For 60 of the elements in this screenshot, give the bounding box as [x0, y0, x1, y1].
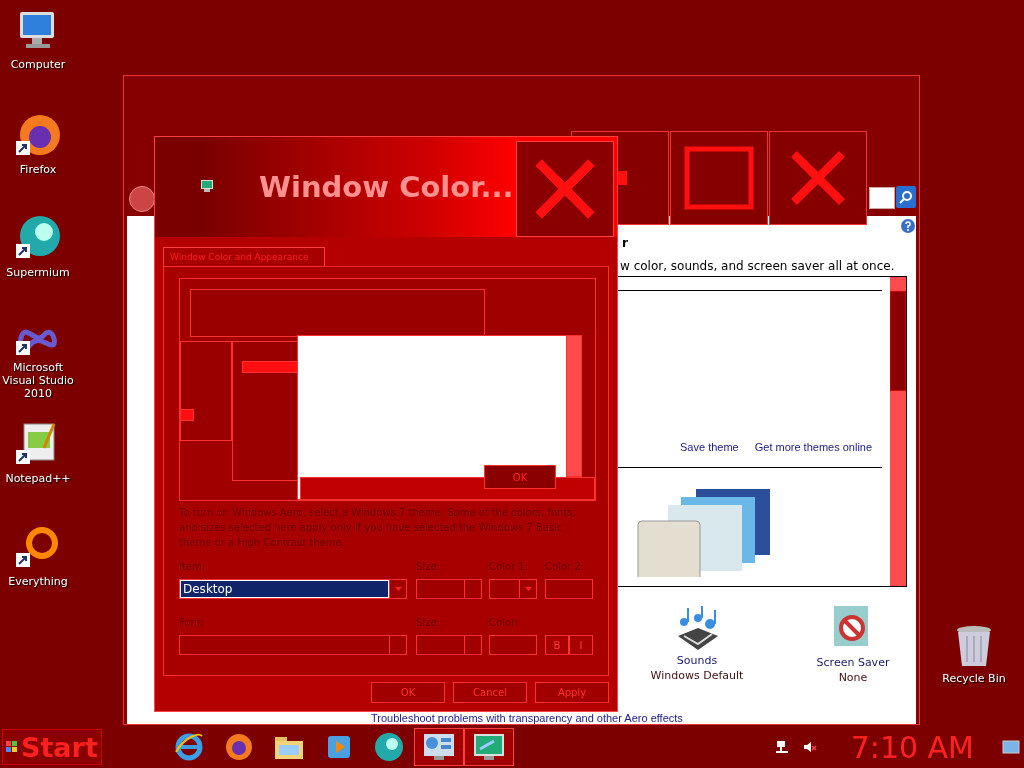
monitor-icon: [200, 179, 214, 193]
firefox-icon: [224, 732, 254, 762]
preview-title: [242, 361, 298, 373]
show-desktop-icon[interactable]: [1002, 739, 1020, 755]
search-button[interactable]: [896, 186, 916, 208]
windows-logo-icon: [5, 740, 19, 754]
monitor-icon: [472, 731, 506, 763]
troubleshoot-link[interactable]: Troubleshoot problems with transparency and other Aero effects: [371, 712, 683, 724]
item-label: Item:: [179, 561, 206, 572]
supermium-icon: [373, 731, 405, 763]
desktop-icon-label[interactable]: Recycle Bin: [936, 672, 1012, 685]
desktop-icon-label[interactable]: Supermium: [0, 266, 76, 279]
taskbar-app-button[interactable]: [464, 728, 514, 766]
caret-icon: [394, 587, 402, 591]
close-button[interactable]: [516, 141, 614, 237]
browser-e-icon: [174, 732, 204, 762]
font-dropdown[interactable]: [179, 635, 407, 655]
size-dropdown[interactable]: [416, 635, 482, 655]
maximize-button[interactable]: [670, 131, 768, 225]
size-label: Size:: [416, 617, 440, 628]
aero-description: To turn on Windows Aero, select a Windows 7 theme. Some of the colors, fonts, and sizes selected here apply only if you have selected the Windows 7 Basic theme or a High Contrast theme.: [179, 506, 577, 550]
caret-icon: [524, 587, 532, 591]
font-label: Font:: [179, 617, 205, 628]
play-icon: [325, 733, 353, 761]
setting-value: Windows Default: [650, 669, 744, 682]
size-spinner[interactable]: [416, 579, 482, 599]
color-label: Color 1:: [489, 561, 529, 572]
color-picker[interactable]: [489, 579, 537, 599]
color-picker[interactable]: [545, 579, 593, 599]
scroll-thumb[interactable]: [890, 291, 906, 391]
desktop-icon-label[interactable]: Microsoft Visual Studio 2010: [0, 361, 76, 400]
desktop-icon-label[interactable]: Notepad++: [0, 472, 76, 485]
setting-link[interactable]: Sounds: [676, 654, 718, 667]
page-description: w color, sounds, and screen saver all at once.: [620, 259, 895, 273]
network-icon[interactable]: [774, 740, 789, 754]
desktop-icon-label[interactable]: Everything: [0, 575, 76, 588]
color-picker[interactable]: [489, 635, 537, 655]
setting-value: None: [838, 671, 868, 684]
color-label: Color:: [489, 617, 519, 628]
close-button[interactable]: [769, 131, 867, 225]
search-field[interactable]: [869, 187, 895, 209]
setting-link[interactable]: Screen Saver: [816, 656, 890, 669]
maximize-icon: [684, 146, 754, 210]
desktop-icon-label[interactable]: Computer: [0, 58, 76, 71]
recycle-bin-icon: [954, 624, 994, 668]
dialog-title: Window Color...: [259, 170, 514, 204]
item-dropdown[interactable]: Desktop: [179, 579, 407, 599]
back-button[interactable]: [129, 186, 155, 212]
size-label: Size:: [416, 561, 440, 572]
theme-link[interactable]: Save theme: [680, 441, 739, 453]
control-panel-icon: [422, 731, 456, 763]
color-label: Color 2:: [545, 561, 585, 572]
item-value: Desktop: [180, 580, 389, 598]
theme-link[interactable]: Get more themes online: [754, 441, 873, 453]
taskbar-app-button[interactable]: [414, 728, 464, 766]
page-heading: r: [622, 236, 628, 250]
desktop-icon-label[interactable]: Firefox: [0, 163, 76, 176]
search-icon: [899, 190, 913, 204]
muted-speaker-icon[interactable]: [802, 740, 817, 754]
scrollbar[interactable]: [890, 277, 906, 586]
